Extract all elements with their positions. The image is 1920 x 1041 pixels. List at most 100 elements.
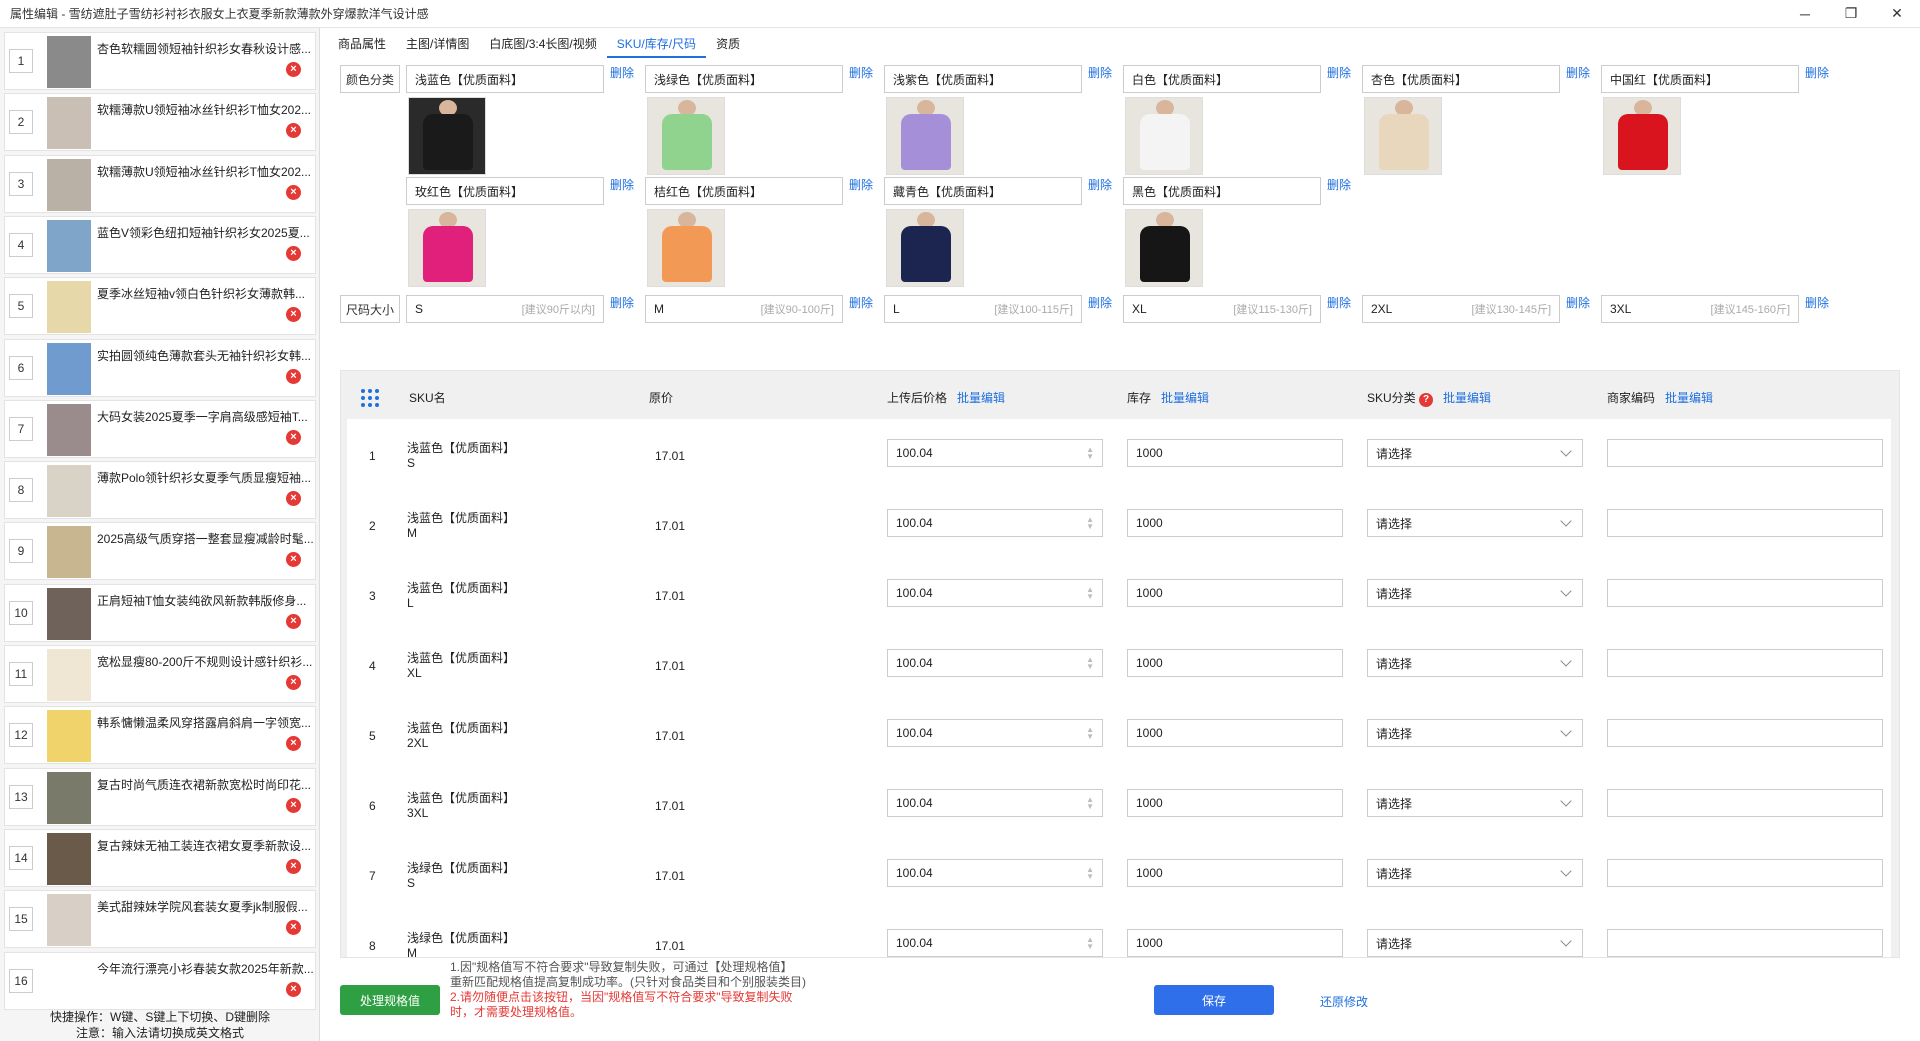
delete-item-icon[interactable]: × bbox=[286, 429, 301, 445]
sku-category-select[interactable]: 请选择 bbox=[1367, 719, 1583, 747]
color-name-input[interactable]: 黑色【优质面料】 bbox=[1123, 177, 1321, 205]
color-swatch-image[interactable] bbox=[647, 209, 725, 287]
product-list-item[interactable]: 8 薄款Polo领针织衫女夏季气质显瘦短袖... × bbox=[4, 461, 316, 520]
upload-price-input[interactable]: 100.04 ▲ ▼ bbox=[887, 789, 1103, 817]
color-name-input[interactable]: 杏色【优质面料】 bbox=[1362, 65, 1560, 93]
delete-item-icon[interactable]: × bbox=[286, 184, 301, 200]
size-input[interactable]: S [建议90斤以内] bbox=[406, 295, 604, 323]
delete-item-icon[interactable]: × bbox=[286, 675, 301, 690]
color-name-input[interactable]: 白色【优质面料】 bbox=[1123, 65, 1321, 93]
color-swatch-image[interactable] bbox=[1364, 97, 1442, 175]
sku-category-select[interactable]: 请选择 bbox=[1367, 509, 1583, 537]
size-input[interactable]: 3XL [建议145-160斤] bbox=[1601, 295, 1799, 323]
color-name-input[interactable]: 桔红色【优质面料】 bbox=[645, 177, 843, 205]
maximize-button[interactable]: ❐ bbox=[1828, 0, 1874, 28]
delete-size-link[interactable]: 删除 bbox=[1805, 294, 1829, 311]
save-button[interactable]: 保存 bbox=[1154, 985, 1274, 1015]
tab-4[interactable]: SKU/库存/尺码 bbox=[606, 30, 707, 58]
color-name-input[interactable]: 藏青色【优质面料】 bbox=[884, 177, 1082, 205]
size-input[interactable]: XL [建议115-130斤] bbox=[1123, 295, 1321, 323]
upload-price-input[interactable]: 100.04 ▲ ▼ bbox=[887, 439, 1103, 467]
product-list-item[interactable]: 11 宽松显瘦80-200斤不规则设计感针织衫... × bbox=[4, 645, 316, 703]
help-icon[interactable]: ? bbox=[1419, 393, 1434, 407]
merchant-code-input[interactable] bbox=[1607, 439, 1883, 467]
size-input[interactable]: M [建议90-100斤] bbox=[645, 295, 843, 323]
upload-price-input[interactable]: 100.04 ▲ ▼ bbox=[887, 859, 1103, 887]
product-list-item[interactable]: 3 软糯薄款U领短袖冰丝针织衫T恤女202... × bbox=[4, 154, 316, 213]
column-settings-icon[interactable] bbox=[361, 389, 381, 407]
upload-price-input[interactable]: 100.04 ▲ ▼ bbox=[887, 719, 1103, 747]
color-name-input[interactable]: 浅绿色【优质面料】 bbox=[645, 65, 843, 93]
product-list-item[interactable]: 12 韩系慵懒温柔风穿搭露肩斜肩一字领宽... × bbox=[4, 706, 316, 765]
delete-item-icon[interactable]: × bbox=[286, 981, 301, 997]
color-name-input[interactable]: 浅蓝色【优质面料】 bbox=[406, 65, 604, 93]
product-list-item[interactable]: 7 大码女装2025夏季一字肩高级感短袖T... × bbox=[4, 399, 316, 458]
product-list-item[interactable]: 5 夏季冰丝短袖v领白色针织衫女薄款韩... × bbox=[4, 277, 316, 336]
batch-edit-stock-link[interactable]: 批量编辑 bbox=[1161, 391, 1209, 405]
merchant-code-input[interactable] bbox=[1607, 649, 1883, 677]
color-name-input[interactable]: 玫红色【优质面料】 bbox=[406, 177, 604, 205]
delete-size-link[interactable]: 删除 bbox=[610, 294, 634, 311]
tab-3[interactable]: 白底图/3:4长图/视频 bbox=[479, 30, 606, 58]
price-spinner-icon[interactable]: ▲ ▼ bbox=[1086, 516, 1094, 531]
price-spinner-icon[interactable]: ▲ ▼ bbox=[1086, 586, 1094, 601]
delete-size-link[interactable]: 删除 bbox=[1327, 294, 1351, 311]
price-spinner-icon[interactable]: ▲ ▼ bbox=[1086, 726, 1094, 741]
delete-item-icon[interactable]: × bbox=[286, 62, 301, 77]
minimize-button[interactable]: ─ bbox=[1782, 0, 1828, 28]
stock-input[interactable]: 1000 bbox=[1127, 509, 1343, 537]
delete-color-link[interactable]: 删除 bbox=[610, 64, 634, 81]
size-input[interactable]: 2XL [建议130-145斤] bbox=[1362, 295, 1560, 323]
stock-input[interactable]: 1000 bbox=[1127, 789, 1343, 817]
tab-5[interactable]: 资质 bbox=[706, 30, 750, 58]
upload-price-input[interactable]: 100.04 ▲ ▼ bbox=[887, 929, 1103, 957]
batch-edit-price-link[interactable]: 批量编辑 bbox=[957, 391, 1005, 405]
sku-category-select[interactable]: 请选择 bbox=[1367, 579, 1583, 607]
stock-input[interactable]: 1000 bbox=[1127, 579, 1343, 607]
delete-size-link[interactable]: 删除 bbox=[1566, 294, 1590, 311]
delete-size-link[interactable]: 删除 bbox=[1088, 294, 1112, 311]
merchant-code-input[interactable] bbox=[1607, 579, 1883, 607]
product-list-item[interactable]: 15 美式甜辣妹学院风套装女夏季jk制服假... × bbox=[4, 890, 316, 949]
delete-item-icon[interactable]: × bbox=[286, 552, 301, 568]
price-spinner-icon[interactable]: ▲ ▼ bbox=[1086, 446, 1094, 461]
product-list-item[interactable]: 9 2025高级气质穿搭一整套显瘦减龄时髦... × bbox=[4, 522, 316, 581]
stock-input[interactable]: 1000 bbox=[1127, 859, 1343, 887]
delete-color-link[interactable]: 删除 bbox=[849, 64, 873, 81]
price-spinner-icon[interactable]: ▲ ▼ bbox=[1086, 796, 1094, 811]
color-swatch-image[interactable] bbox=[408, 209, 486, 287]
product-list-item[interactable]: 14 复古辣妹无袖工装连衣裙女夏季新款设... × bbox=[4, 828, 316, 887]
color-swatch-image[interactable] bbox=[1603, 97, 1681, 175]
sku-category-select[interactable]: 请选择 bbox=[1367, 929, 1583, 957]
batch-edit-category-link[interactable]: 批量编辑 bbox=[1443, 391, 1491, 405]
delete-color-link[interactable]: 删除 bbox=[1088, 176, 1112, 193]
sku-category-select[interactable]: 请选择 bbox=[1367, 859, 1583, 887]
color-swatch-image[interactable] bbox=[886, 209, 964, 287]
sku-table-body[interactable]: 1 浅蓝色【优质面料】 S 17.01 100.04 ▲ ▼ 1000 请选择 2 浅蓝色【优质面料… bbox=[347, 419, 1891, 957]
product-list-item[interactable]: 4 蓝色V领彩色纽扣短袖针织衫女2025夏... × bbox=[4, 215, 316, 274]
delete-item-icon[interactable]: × bbox=[286, 797, 301, 813]
batch-edit-code-link[interactable]: 批量编辑 bbox=[1665, 391, 1713, 405]
delete-item-icon[interactable]: × bbox=[286, 613, 301, 629]
color-swatch-image[interactable] bbox=[1125, 209, 1203, 287]
upload-price-input[interactable]: 100.04 ▲ ▼ bbox=[887, 509, 1103, 537]
delete-item-icon[interactable]: × bbox=[286, 307, 301, 323]
color-swatch-image[interactable] bbox=[647, 97, 725, 175]
tab-2[interactable]: 主图/详情图 bbox=[396, 30, 479, 58]
process-spec-button[interactable]: 处理规格值 bbox=[340, 985, 440, 1015]
delete-color-link[interactable]: 删除 bbox=[1327, 176, 1351, 193]
stock-input[interactable]: 1000 bbox=[1127, 719, 1343, 747]
product-list-item[interactable]: 16 今年流行漂亮小衫春装女款2025年新款... × bbox=[4, 951, 316, 1010]
delete-color-link[interactable]: 删除 bbox=[1327, 64, 1351, 81]
color-swatch-image[interactable] bbox=[1125, 97, 1203, 175]
stock-input[interactable]: 1000 bbox=[1127, 439, 1343, 467]
product-list-item[interactable]: 1 杏色软糯圆领短袖针织衫女春秋设计感... × bbox=[4, 32, 316, 90]
color-swatch-image[interactable] bbox=[408, 97, 486, 175]
delete-item-icon[interactable]: × bbox=[286, 123, 301, 139]
merchant-code-input[interactable] bbox=[1607, 789, 1883, 817]
merchant-code-input[interactable] bbox=[1607, 859, 1883, 887]
merchant-code-input[interactable] bbox=[1607, 929, 1883, 957]
delete-color-link[interactable]: 删除 bbox=[610, 176, 634, 193]
delete-item-icon[interactable]: × bbox=[286, 736, 301, 752]
color-swatch-image[interactable] bbox=[886, 97, 964, 175]
